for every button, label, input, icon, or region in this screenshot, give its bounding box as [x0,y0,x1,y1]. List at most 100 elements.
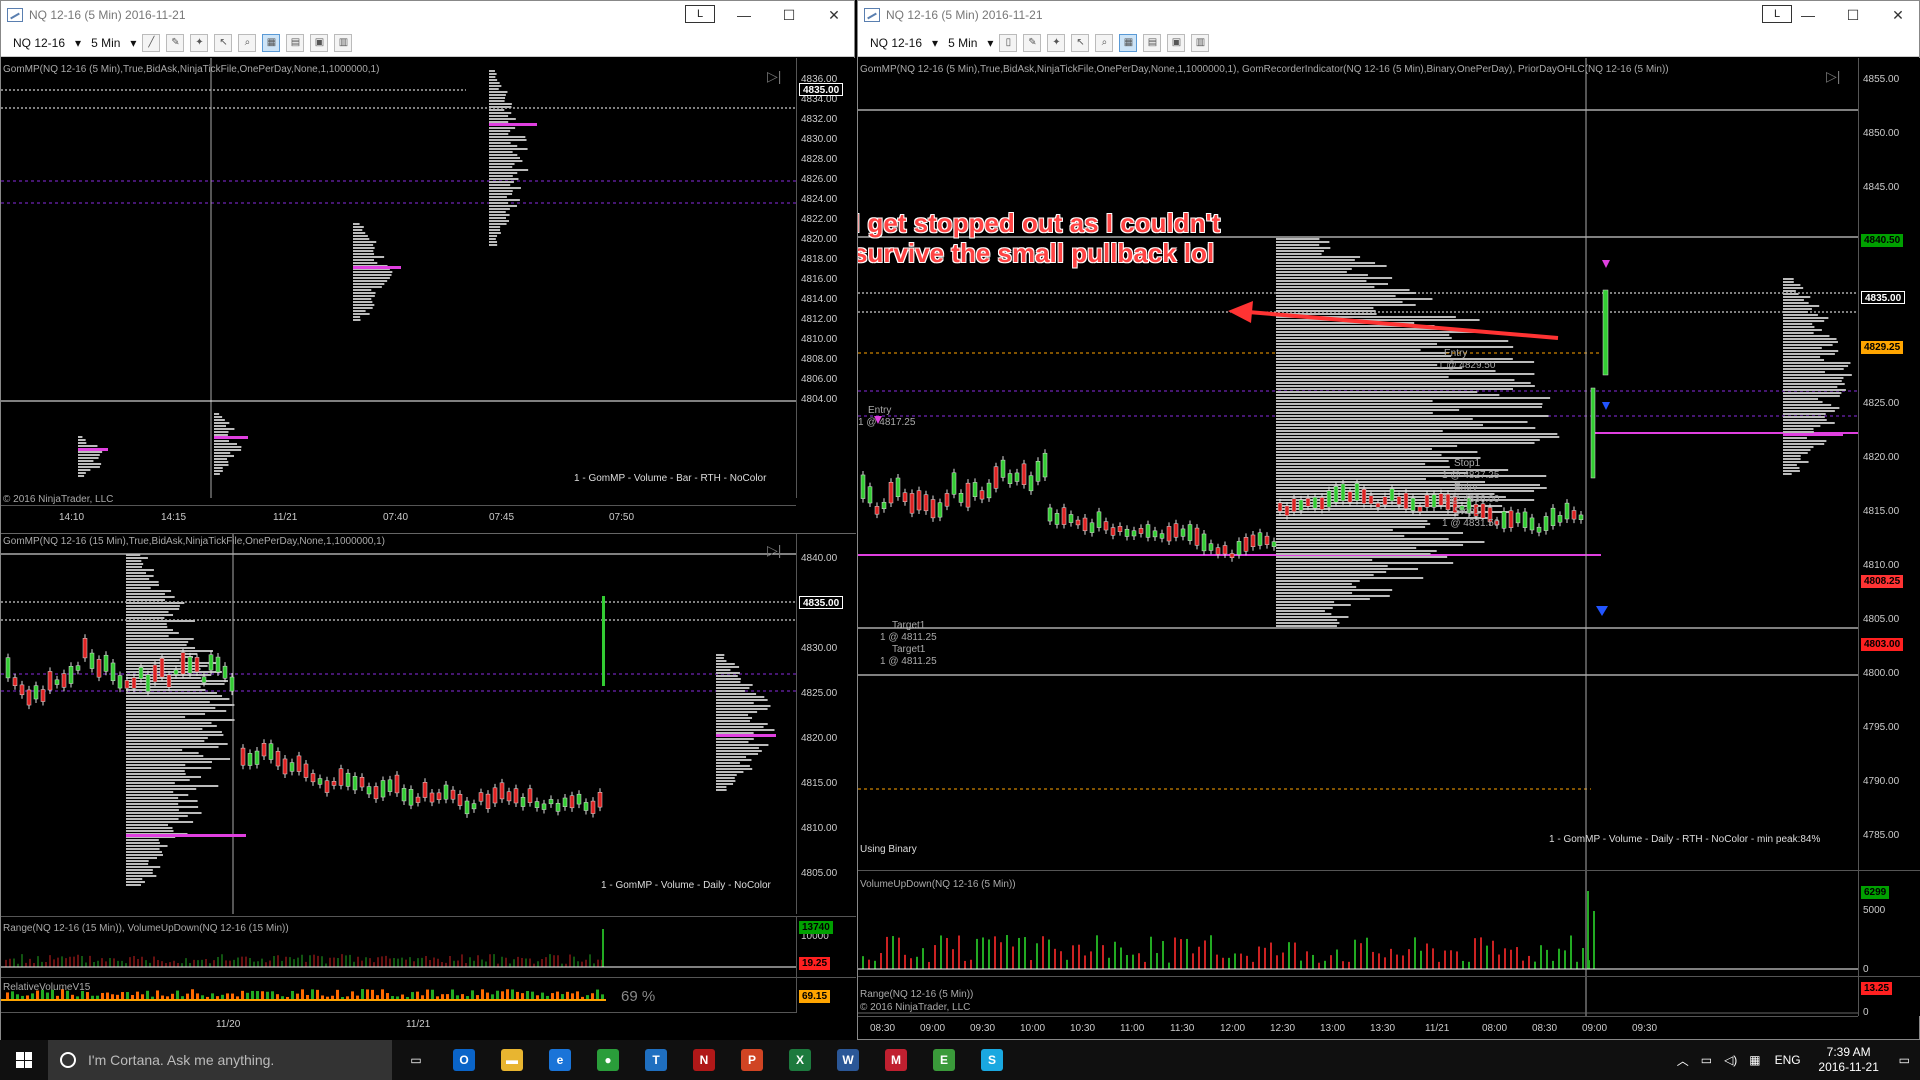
taskbar-file-explorer[interactable]: ▬ [488,1040,536,1080]
indicators-icon[interactable]: ▦ [262,33,281,52]
left-top-chart-panel[interactable]: GomMP(NQ 12-16 (5 Min),True,BidAsk,Ninja… [1,58,856,533]
right-main-price-axis[interactable]: 4855.004850.004845.004840.004835.004830.… [1858,58,1920,870]
volume-profile-bar [1276,283,1389,285]
left-bottom-time-axis[interactable]: 11/20 11/21 [1,1012,796,1041]
interval-selector[interactable]: 5 Min [87,36,124,50]
volume-profile-bar [1783,431,1814,433]
scroll-end-icon[interactable]: ▷| [1826,68,1840,85]
taskbar-evernote[interactable]: E [920,1040,968,1080]
interval-selector[interactable]: 5 Min [944,36,981,50]
right-main-chart-panel[interactable]: GomMP(NQ 12-16 (5 Min),True,BidAsk,Ninja… [858,58,1920,870]
start-button[interactable] [0,1040,48,1080]
zoom-icon[interactable]: ⌕ [1095,33,1114,52]
candle-body [527,788,533,803]
keyboard-icon[interactable]: ▦ [1743,1053,1766,1067]
cortana-search-box[interactable]: I'm Cortana. Ask me anything. [48,1040,392,1080]
taskbar-ninjatrader[interactable]: N [680,1040,728,1080]
minimize-icon[interactable]: — [721,1,767,29]
strategies-icon[interactable]: ▤ [1143,33,1162,52]
volume-profile-bar [1783,323,1813,325]
left-top-price-axis[interactable]: 4836.00 4834.00 4832.00 4830.00 4828.00 4826.… [796,58,856,498]
right-range-panel[interactable]: Range(NQ 12-16 (5 Min)) © 2016 NinjaTrad… [858,976,1920,1016]
volume-profile-bar [489,160,523,162]
language-indicator[interactable]: ENG [1767,1053,1809,1067]
volume-profile-bar [1276,529,1393,531]
right-range-axis[interactable]: 13.25 0 [1858,977,1920,1016]
volume-profile-bar [1276,436,1560,438]
properties-icon[interactable]: ▥ [334,33,353,52]
image-icon[interactable]: ▣ [1167,33,1186,52]
price-tick: 4840.00 [801,553,838,564]
taskbar-powerpoint[interactable]: P [728,1040,776,1080]
taskbar-outlook[interactable]: O [440,1040,488,1080]
right-time-axis[interactable]: 08:30 09:00 09:30 10:00 10:30 11:00 11:30 12:00… [858,1016,1858,1040]
link-button[interactable]: L [685,5,715,23]
close-icon[interactable]: ✕ [811,1,857,29]
left-relative-volume-subpanel[interactable]: RelativeVolumeV15 69 % 69.15 [1,977,856,1013]
chart-style-icon[interactable]: ▯ [999,33,1018,52]
close-icon[interactable]: ✕ [1875,1,1920,29]
taskbar-excel[interactable]: X [776,1040,824,1080]
right-title-bar[interactable]: NQ 12-16 (5 Min) 2016-11-21 L — ☐ ✕ [858,1,1919,29]
instrument-selector[interactable]: NQ 12-16 [866,36,926,50]
maximize-icon[interactable]: ☐ [766,1,812,29]
image-icon[interactable]: ▣ [310,33,329,52]
left-title-bar[interactable]: NQ 12-16 (5 Min) 2016-11-21 L — ☐ ✕ [1,1,854,29]
drawing-tool-icon[interactable]: ✎ [166,33,185,52]
left-top-time-axis[interactable]: 14:10 14:15 11/21 07:40 07:45 07:50 [1,505,796,525]
volume-profile-bar [489,133,509,135]
range-value-box: 19.25 [799,957,831,970]
minimize-icon[interactable]: — [1785,1,1831,29]
strategies-icon[interactable]: ▤ [286,33,305,52]
properties-icon[interactable]: ▥ [1191,33,1210,52]
right-volume-axis[interactable]: 6299 5000 0 [1858,871,1920,976]
drawing-tool-icon[interactable]: ✎ [1023,33,1042,52]
taskbar-word[interactable]: W [824,1040,872,1080]
taskbar-edge[interactable]: e [536,1040,584,1080]
volume-profile-bar [126,626,168,628]
left-volume-axis[interactable]: 10000 13740 19.25 [796,917,856,977]
left-volume-subpanel[interactable]: Range(NQ 12-16 (15 Min)), VolumeUpDown(N… [1,916,856,977]
left-bottom-price-axis[interactable]: 4840.00 4835.00 4830.00 4825.00 4820.00 4815.… [796,534,856,914]
left-bottom-chart-panel[interactable]: GomMP(NQ 12-16 (15 Min),True,BidAsk,Ninj… [1,533,856,1041]
clock[interactable]: 7:39 AM 2016-11-21 [1809,1045,1889,1075]
taskbar-chrome[interactable]: ● [584,1040,632,1080]
volume-profile-bar [353,253,375,255]
taskbar-task-view[interactable]: ▭ [392,1040,440,1080]
price-tick: 4815.00 [1863,506,1900,517]
volume-profile-bar [1276,460,1449,462]
price-tick: 4830.00 [801,134,838,145]
maximize-icon[interactable]: ☐ [1830,1,1876,29]
speaker-icon[interactable]: ◁) [1718,1053,1743,1067]
magic-wand-icon[interactable]: ✦ [190,33,209,52]
volume-profile-bar [353,232,366,234]
taskbar-red-app[interactable]: M [872,1040,920,1080]
volume-profile-bar [1783,437,1807,439]
instrument-selector[interactable]: NQ 12-16 [9,36,69,50]
scroll-end-icon[interactable]: ▷| [767,68,781,85]
volume-profile-bar [126,563,144,565]
price-tick: 4785.00 [1863,830,1900,841]
magic-wand-icon[interactable]: ✦ [1047,33,1066,52]
taskbar-skype[interactable]: S [968,1040,1016,1080]
price-tick: 4804.00 [801,394,838,405]
volume-profile-bar [1276,421,1528,423]
volume-profile-bar [489,154,518,156]
network-icon[interactable]: ▭ [1695,1053,1718,1067]
candle-body [520,797,526,807]
zoom-icon[interactable]: ⌕ [238,33,257,52]
right-volume-panel[interactable]: VolumeUpDown(NQ 12-16 (5 Min)) 6299 5000… [858,870,1920,976]
indicators-icon[interactable]: ▦ [1119,33,1138,52]
taskbar-tws[interactable]: T [632,1040,680,1080]
scroll-end-icon[interactable]: ▷| [767,542,781,559]
volume-profile-bar [716,726,764,728]
chevron-up-icon[interactable]: ︿ [1671,1052,1695,1069]
notifications-icon[interactable]: ▭ [1889,1053,1920,1067]
chart-style-icon[interactable]: ╱ [142,33,161,52]
cursor-icon[interactable]: ↖ [214,33,233,52]
candle-body [965,482,971,508]
candle-body [443,784,449,800]
price-marker-box: 4829.25 [1861,341,1904,354]
relative-volume-axis[interactable]: 69.15 [796,978,856,1013]
cursor-icon[interactable]: ↖ [1071,33,1090,52]
